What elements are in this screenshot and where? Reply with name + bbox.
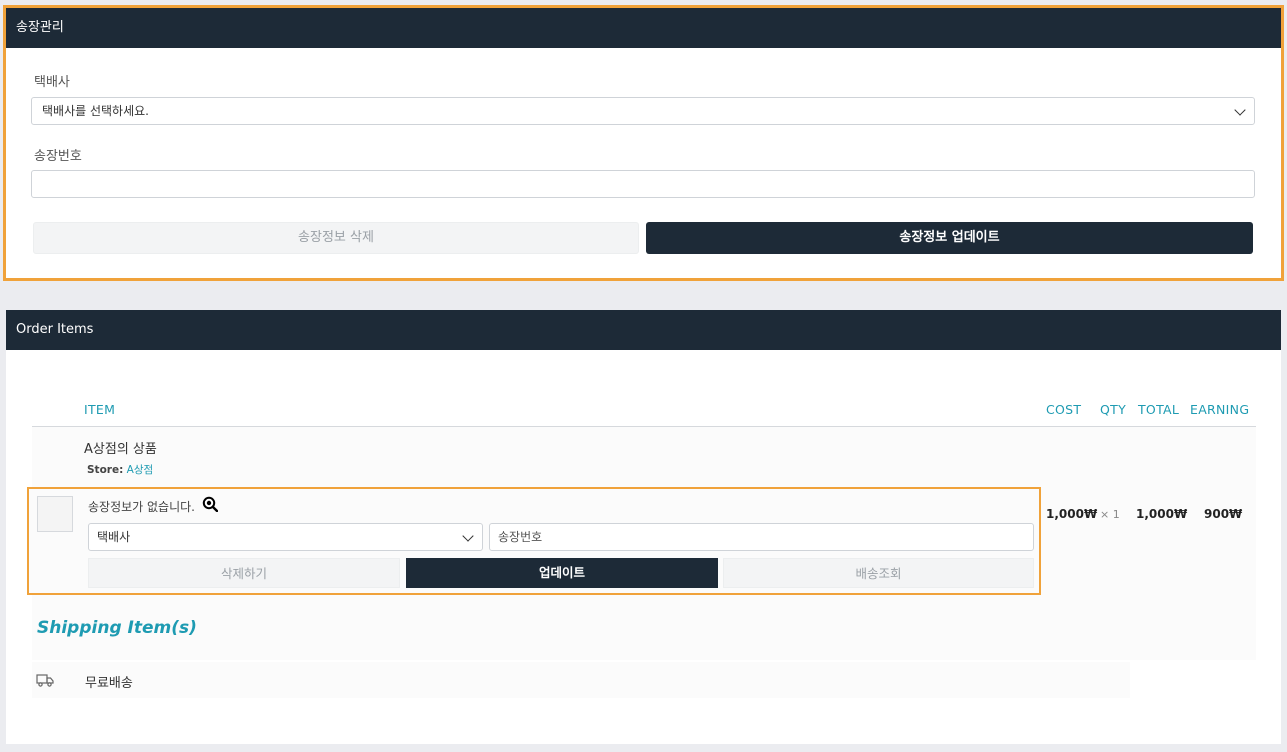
chevron-down-icon bbox=[1234, 104, 1246, 116]
update-invoice-button[interactable]: 송장정보 업데이트 bbox=[646, 222, 1253, 254]
col-total: TOTAL bbox=[1138, 402, 1180, 417]
delete-invoice-button[interactable]: 송장정보 삭제 bbox=[33, 222, 639, 254]
store-link[interactable]: A상점 bbox=[127, 464, 154, 476]
col-qty: QTY bbox=[1100, 402, 1127, 417]
store-info: Store: A상점 bbox=[87, 462, 153, 477]
item-qty: × 1 bbox=[1100, 508, 1120, 521]
invoice-panel: 송장관리 택배사 택배사를 선택하세요. 송장번호 송장정보 삭제 송장정보 업… bbox=[3, 5, 1284, 281]
shipping-item-label: 무료배송 bbox=[85, 676, 133, 691]
order-items-panel: Order Items ITEM COST QTY TOTAL EARNING … bbox=[6, 310, 1281, 744]
carrier-select-value: 택배사를 선택하세요. bbox=[42, 104, 149, 118]
no-invoice-text: 송장정보가 없습니다. bbox=[88, 500, 195, 514]
shipping-row bbox=[32, 662, 1130, 698]
item-carrier-value: 택배사 bbox=[97, 530, 131, 544]
truck-icon bbox=[36, 674, 54, 687]
carrier-label: 택배사 bbox=[34, 75, 70, 90]
item-name: A상점의 상품 bbox=[84, 442, 157, 457]
invoice-panel-title: 송장관리 bbox=[6, 8, 1281, 48]
tracking-input[interactable] bbox=[31, 170, 1255, 198]
item-delete-button[interactable]: 삭제하기 bbox=[88, 558, 400, 588]
item-invoice-editor: 송장정보가 없습니다. 택배사 송장번호 삭제하기 업데이트 배송조회 bbox=[27, 487, 1041, 595]
item-tracking-input[interactable]: 송장번호 bbox=[489, 523, 1034, 551]
tracking-label: 송장번호 bbox=[34, 149, 82, 164]
item-update-button[interactable]: 업데이트 bbox=[406, 558, 718, 588]
carrier-select[interactable]: 택배사를 선택하세요. bbox=[31, 97, 1255, 125]
col-item: ITEM bbox=[84, 402, 116, 417]
chevron-down-icon bbox=[462, 530, 474, 542]
item-total: 1,000₩ bbox=[1136, 507, 1188, 521]
magnifier-icon[interactable] bbox=[202, 496, 218, 512]
col-earning: EARNING bbox=[1190, 402, 1250, 417]
item-earning: 900₩ bbox=[1204, 507, 1243, 521]
item-thumbnail bbox=[37, 496, 73, 532]
store-label: Store: bbox=[87, 464, 124, 476]
item-cost: 1,000₩ bbox=[1046, 507, 1098, 521]
order-items-title: Order Items bbox=[6, 310, 1281, 350]
shipping-title: Shipping Item(s) bbox=[37, 618, 197, 638]
item-track-button[interactable]: 배송조회 bbox=[723, 558, 1034, 588]
item-carrier-select[interactable]: 택배사 bbox=[88, 523, 483, 551]
col-cost: COST bbox=[1046, 402, 1082, 417]
